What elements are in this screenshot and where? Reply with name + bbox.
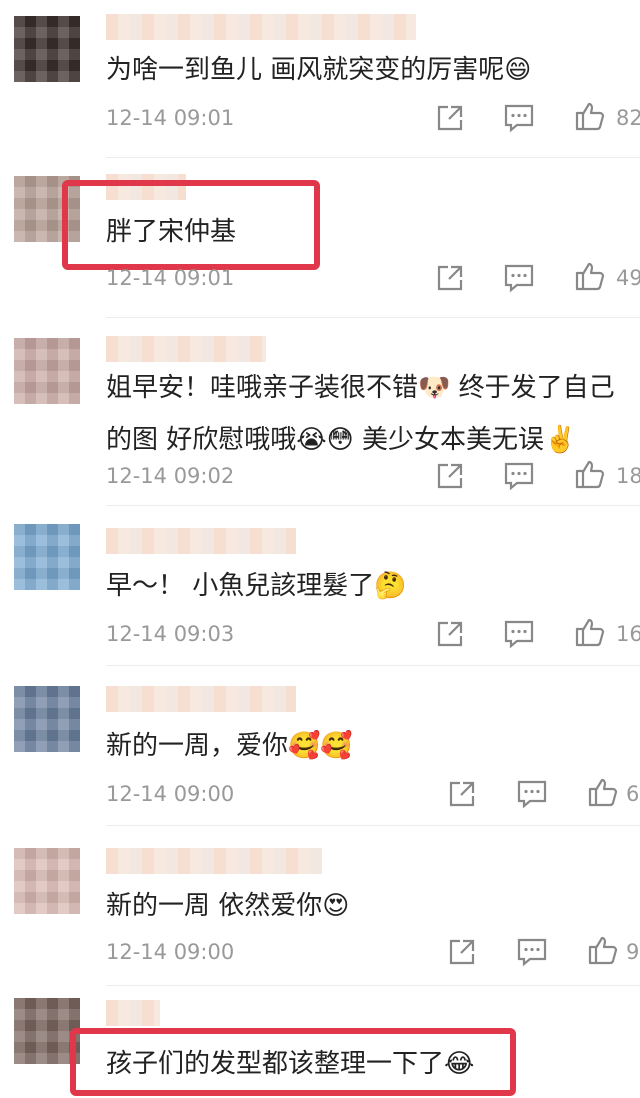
comment-time: 12-14 09:02	[106, 464, 235, 488]
like-count: 49	[616, 266, 640, 290]
username[interactable]	[106, 686, 296, 712]
comment-time: 12-14 09:01	[106, 106, 235, 130]
highlight-box	[70, 1028, 516, 1096]
avatar[interactable]	[14, 524, 80, 590]
comment-time: 12-14 09:03	[106, 622, 235, 646]
comment-text: 新的一周 依然爱你😍	[106, 891, 350, 921]
comment-item: 为啥一到鱼儿 画风就突变的厉害呢😄 12-14 09:01 82	[0, 0, 640, 158]
comment-icon[interactable]	[515, 777, 549, 811]
like-count: 18	[616, 464, 640, 488]
username[interactable]	[106, 336, 266, 362]
comment-item: 早～！ 小魚兒該理髮了🤔 12-14 09:03 16	[0, 506, 640, 666]
avatar[interactable]	[14, 338, 80, 404]
comment-item: 姐早安！哇哦亲子装很不错🐶 终于发了自己的图 好欣慰哦哦😭😳 美少女本美无误✌️…	[0, 318, 640, 506]
comment-item: 孩子们的发型都该整理一下了😂	[0, 986, 640, 1098]
comment-time: 12-14 09:01	[106, 266, 235, 290]
username[interactable]	[106, 848, 322, 874]
like-count: 82	[616, 106, 640, 130]
comment-icon[interactable]	[502, 101, 536, 135]
comment-text: 新的一周，爱你🥰🥰	[106, 731, 353, 761]
comment-icon[interactable]	[515, 935, 549, 969]
avatar[interactable]	[14, 848, 80, 914]
share-icon[interactable]	[445, 777, 479, 811]
highlight-box	[62, 180, 320, 270]
comment-icon[interactable]	[502, 459, 536, 493]
comment-item: 新的一周 依然爱你😍 12-14 09:00 9	[0, 826, 640, 986]
share-icon[interactable]	[433, 261, 467, 295]
thumbs-up-icon[interactable]	[573, 615, 607, 649]
comment-time: 12-14 09:00	[106, 782, 235, 806]
comment-text: 为啥一到鱼儿 画风就突变的厉害呢😄	[106, 55, 532, 85]
comment-text: 早～！ 小魚兒該理髮了🤔	[106, 571, 407, 601]
username[interactable]	[106, 1000, 160, 1026]
comment-icon[interactable]	[502, 261, 536, 295]
avatar[interactable]	[14, 686, 80, 752]
comment-text: 姐早安！哇哦亲子装很不错🐶 终于发了自己的图 好欣慰哦哦😭😳 美少女本美无误✌️	[106, 373, 615, 455]
thumbs-up-icon[interactable]	[573, 457, 607, 491]
share-icon[interactable]	[433, 101, 467, 135]
like-count: 9	[626, 940, 640, 964]
thumbs-up-icon[interactable]	[573, 99, 607, 133]
username[interactable]	[106, 14, 416, 40]
thumbs-up-icon[interactable]	[586, 933, 620, 967]
like-count: 6	[626, 782, 640, 806]
thumbs-up-icon[interactable]	[586, 775, 620, 809]
avatar[interactable]	[14, 16, 80, 82]
comment-time: 12-14 09:00	[106, 940, 235, 964]
comment-item: 新的一周，爱你🥰🥰 12-14 09:00 6	[0, 666, 640, 826]
share-icon[interactable]	[445, 935, 479, 969]
comment-item: 胖了宋仲基 12-14 09:01 49	[0, 158, 640, 318]
like-count: 16	[616, 622, 640, 646]
username[interactable]	[106, 528, 296, 554]
share-icon[interactable]	[433, 617, 467, 651]
share-icon[interactable]	[433, 459, 467, 493]
comment-icon[interactable]	[502, 617, 536, 651]
thumbs-up-icon[interactable]	[573, 259, 607, 293]
